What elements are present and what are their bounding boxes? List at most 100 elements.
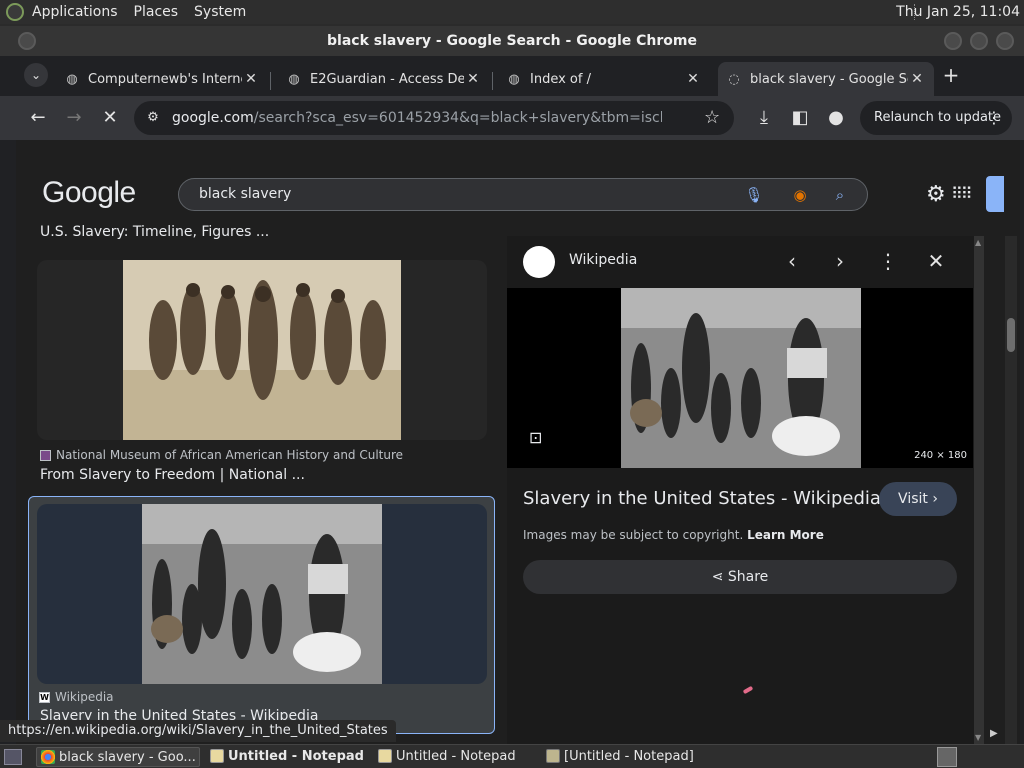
chrome-window: black slavery - Google Search - Google C…	[0, 26, 1024, 744]
window-titlebar[interactable]: black slavery - Google Search - Google C…	[0, 26, 1024, 56]
next-image-button[interactable]: ›	[827, 248, 853, 274]
more-options-icon[interactable]: ⋮	[986, 101, 1002, 135]
forward-button[interactable]: →	[62, 106, 86, 130]
loading-icon: ◌	[728, 71, 740, 87]
plus-icon: +	[942, 63, 960, 87]
preview-source[interactable]: Wikipedia	[569, 252, 637, 268]
result-thumbnail-2[interactable]	[37, 504, 487, 684]
relaunch-to-update-button[interactable]: Relaunch to update ⋮	[860, 101, 1012, 135]
status-bar-url: https://en.wikipedia.org/wiki/Slavery_in…	[0, 720, 396, 742]
globe-icon: ◍	[66, 71, 78, 87]
close-window-button[interactable]	[996, 32, 1014, 50]
window-menu-button[interactable]	[18, 32, 36, 50]
gnome-foot-icon[interactable]	[6, 3, 24, 21]
taskbar-label: Untitled - Notepad	[396, 749, 516, 764]
result-source-label: National Museum of African American Hist…	[56, 448, 404, 462]
image-dimensions: 240 × 180	[914, 450, 967, 461]
page-scrollbar[interactable]	[1005, 236, 1017, 744]
menu-system[interactable]: System	[186, 0, 254, 24]
profile-button[interactable]: ●	[824, 106, 848, 130]
tab-separator	[270, 72, 271, 90]
chevron-down-icon: ⌄	[30, 68, 42, 82]
result-card-selected[interactable]: W Wikipedia Slavery in the United States…	[28, 496, 495, 734]
microphone-icon[interactable]: 🎙	[743, 184, 765, 206]
previous-image-button[interactable]: ‹	[779, 248, 805, 274]
tab-e2guardian[interactable]: ◍ E2Guardian - Access Deni ✕	[278, 62, 490, 96]
scroll-right-icon[interactable]: ▶	[990, 728, 1006, 742]
side-panel-button[interactable]: ◧	[788, 106, 812, 130]
result-caption-top[interactable]: U.S. Slavery: Timeline, Figures ...	[40, 224, 269, 240]
new-tab-button[interactable]: +	[940, 62, 962, 88]
copyright-text: Images may be subject to copyright.	[523, 528, 744, 542]
downloads-button[interactable]: ⤓	[752, 106, 776, 130]
tab-strip: ◍ Computernewb's Internet ✕ ◍ E2Guardian…	[0, 56, 1024, 96]
close-preview-button[interactable]: ✕	[923, 248, 949, 274]
taskbar-item-notepad-1[interactable]: Untitled - Notepad	[206, 747, 368, 767]
clock[interactable]: Thu Jan 25, 11:04	[896, 0, 1020, 24]
show-desktop-icon[interactable]	[4, 749, 22, 765]
more-options-icon: ⋮	[878, 249, 898, 273]
close-icon[interactable]: ✕	[242, 71, 260, 87]
google-logo[interactable]: Google	[42, 176, 136, 210]
menu-applications[interactable]: Applications	[24, 0, 126, 24]
taskbar-item-notepad-3[interactable]: [Untitled - Notepad]	[542, 747, 722, 767]
browser-toolbar: ← → ✕ ⚙ google.com/search?sca_esv=601452…	[0, 96, 1024, 140]
scrollbar-thumb[interactable]	[1007, 318, 1015, 352]
site-info-icon[interactable]: ⚙	[144, 109, 162, 127]
scroll-down-icon[interactable]: ▼	[975, 733, 981, 742]
tab-index-of[interactable]: ◍ Index of / ✕	[498, 62, 710, 96]
search-input[interactable]: black slavery	[199, 179, 291, 210]
cotton-field-photo	[142, 504, 382, 684]
profile-icon: ●	[828, 107, 844, 128]
preview-title[interactable]: Slavery in the United States - Wikipedia	[523, 488, 881, 509]
bookmark-star-icon[interactable]: ☆	[704, 107, 720, 128]
image-results: U.S. Slavery: Timeline, Figures ... Nati…	[16, 218, 506, 744]
relaunch-label: Relaunch to update	[874, 110, 1002, 125]
tab-title: E2Guardian - Access Deni	[310, 71, 464, 87]
gear-icon[interactable]: ⚙	[926, 182, 946, 207]
chrome-icon	[41, 750, 55, 764]
chevron-left-icon: ‹	[788, 249, 796, 273]
preview-image-area[interactable]	[507, 288, 973, 468]
result-source-2[interactable]: W Wikipedia	[39, 690, 114, 704]
close-icon[interactable]: ✕	[908, 71, 926, 87]
url-text[interactable]: google.com/search?sca_esv=601452934&q=bl…	[172, 101, 662, 135]
url-path: /search?sca_esv=601452934&q=black+slaver…	[253, 110, 662, 126]
taskbar-item-chrome[interactable]: black slavery - Goo...	[36, 747, 200, 767]
sign-in-button[interactable]	[986, 176, 1004, 212]
maximize-button[interactable]	[970, 32, 988, 50]
scroll-up-icon[interactable]: ▲	[975, 238, 981, 247]
share-button[interactable]: ⋖ Share	[523, 560, 957, 594]
tab-computernewb[interactable]: ◍ Computernewb's Internet ✕	[56, 62, 268, 96]
result-thumbnail-1[interactable]	[37, 260, 487, 440]
minimize-button[interactable]	[944, 32, 962, 50]
result-title-1[interactable]: From Slavery to Freedom | National ...	[40, 467, 305, 483]
menu-places[interactable]: Places	[126, 0, 187, 24]
stop-button[interactable]: ✕	[98, 106, 122, 130]
share-icon: ⋖	[711, 569, 724, 585]
tray-chrome-icon[interactable]	[937, 747, 957, 767]
taskbar-label: [Untitled - Notepad]	[564, 749, 694, 764]
google-images-page: Google black slavery 🎙 ◉ ⌕ ⚙ ⠿⠿ U.S. Sla…	[16, 140, 1020, 744]
search-box[interactable]: black slavery 🎙 ◉ ⌕	[178, 178, 868, 211]
copyright-notice: Images may be subject to copyright. Lear…	[523, 528, 824, 542]
taskbar-item-notepad-2[interactable]: Untitled - Notepad	[374, 747, 536, 767]
close-icon[interactable]: ✕	[464, 71, 482, 87]
tab-title: black slavery - Google Sea	[750, 71, 908, 87]
tab-black-slavery[interactable]: ◌ black slavery - Google Sea ✕	[718, 62, 934, 96]
close-icon[interactable]: ✕	[684, 71, 702, 87]
google-lens-icon[interactable]: ◉	[789, 184, 811, 206]
learn-more-link[interactable]: Learn More	[747, 528, 824, 542]
lens-search-icon[interactable]: ⊡	[529, 428, 542, 447]
top-panel: Applications Places System Thu Jan 25, 1…	[0, 0, 1024, 24]
visit-button[interactable]: Visit ›	[879, 482, 957, 516]
result-source-1[interactable]: National Museum of African American Hist…	[40, 448, 403, 462]
more-options-button[interactable]: ⋮	[875, 248, 901, 274]
back-button[interactable]: ←	[26, 106, 50, 130]
panel-scrollbar[interactable]: ▲ ▼	[974, 236, 984, 744]
search-icon[interactable]: ⌕	[829, 184, 851, 206]
address-bar[interactable]: ⚙ google.com/search?sca_esv=601452934&q=…	[134, 101, 734, 135]
tab-search-dropdown[interactable]: ⌄	[24, 63, 48, 87]
notepad-icon	[546, 749, 560, 763]
apps-grid-icon[interactable]: ⠿⠿	[951, 184, 972, 203]
